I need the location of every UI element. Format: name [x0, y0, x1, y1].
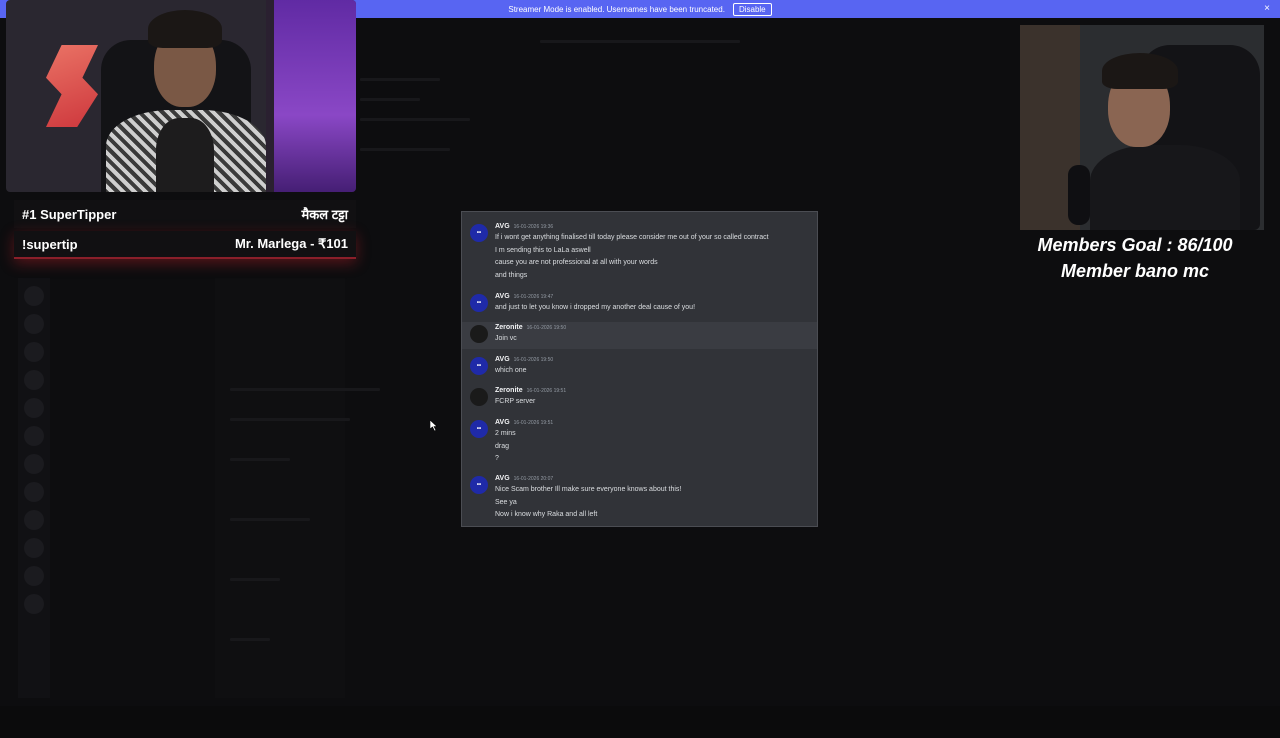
message-header: Zeronite 16-01-2026 19:50	[495, 324, 566, 331]
server-icon[interactable]	[24, 482, 44, 502]
shelf	[266, 0, 274, 192]
person-hair	[1102, 53, 1178, 89]
supertipper-rank: #1 SuperTipper	[22, 206, 117, 222]
person-right	[1090, 145, 1240, 230]
message-timestamp: 16-01-2026 19:36	[513, 224, 554, 230]
message-timestamp: 16-01-2026 19:50	[526, 325, 567, 331]
user-avatar[interactable]: ••	[470, 420, 488, 438]
server-icon[interactable]	[24, 286, 44, 306]
server-icon[interactable]	[24, 454, 44, 474]
webcam-right	[1020, 25, 1264, 230]
members-goal: Members Goal : 86/100 Member bano mc	[1010, 232, 1260, 284]
channel-sidebar	[215, 278, 345, 698]
supertip-command-panel: !supertip Mr. Marlega - ₹101	[14, 231, 356, 259]
person-shirt	[156, 118, 214, 192]
message-text: I m sending this to LaLa aswell	[495, 246, 591, 254]
message-text: which one	[495, 367, 527, 374]
chat-message: Zeronite 16-01-2026 19:50 Join vc	[462, 322, 817, 349]
message-text: ?	[495, 455, 499, 463]
server-icon[interactable]	[24, 342, 44, 362]
message-timestamp: 16-01-2026 20:07	[513, 476, 554, 482]
server-icon[interactable]	[24, 594, 44, 614]
chat-message: •• AVG 16-01-2026 19:47 and just to let you…	[462, 291, 817, 318]
disable-streamer-mode-button[interactable]: Disable	[732, 2, 772, 16]
message-username[interactable]: Zeronite	[495, 324, 523, 331]
user-avatar[interactable]: ••	[470, 294, 488, 312]
members-goal-subtitle: Member bano mc	[1060, 261, 1210, 281]
message-text: and just to let you know i dropped my an…	[495, 304, 696, 311]
supertipper-panel: #1 SuperTipper मैकल टट्टा	[14, 200, 356, 228]
message-header: AVG 16-01-2026 19:51	[495, 419, 553, 426]
logo-icon	[46, 45, 98, 127]
user-avatar[interactable]	[470, 325, 488, 343]
message-text: cause you are not professional at all wi…	[495, 259, 658, 267]
person-hair	[148, 10, 222, 48]
message-text: Nice Scam brother Ill make sure everyone…	[495, 486, 682, 493]
server-icon[interactable]	[24, 538, 44, 558]
message-timestamp: 16-01-2026 19:47	[513, 294, 554, 300]
message-timestamp: 16-01-2026 19:50	[513, 357, 554, 363]
server-icon[interactable]	[24, 314, 44, 334]
message-username[interactable]: Zeronite	[495, 387, 523, 394]
message-text: drag	[495, 442, 510, 450]
user-avatar[interactable]	[470, 388, 488, 406]
message-text: If i wont get anything finalised till to…	[495, 234, 769, 241]
user-avatar[interactable]: ••	[470, 357, 488, 375]
mouse-cursor-icon	[430, 420, 438, 431]
message-username[interactable]: AVG	[495, 293, 510, 300]
message-header: AVG 16-01-2026 19:50	[495, 356, 553, 363]
supertipper-name: मैकल टट्टा	[301, 207, 348, 222]
message-username[interactable]: AVG	[495, 475, 510, 482]
message-timestamp: 16-01-2026 19:51	[526, 388, 567, 394]
chat-message: •• AVG 16-01-2026 19:51 2 mins drag?	[462, 417, 817, 469]
message-text: FCRP server	[495, 398, 536, 405]
user-avatar[interactable]: ••	[470, 476, 488, 494]
message-header: Zeronite 16-01-2026 19:51	[495, 387, 566, 394]
chat-message: •• AVG 16-01-2026 19:50 which one	[462, 354, 817, 381]
message-timestamp: 16-01-2026 19:51	[513, 420, 554, 426]
server-icon[interactable]	[24, 398, 44, 418]
server-icon[interactable]	[24, 370, 44, 390]
message-text: and things	[495, 271, 528, 279]
supertip-command: !supertip	[22, 236, 78, 252]
message-text: Join vc	[495, 335, 517, 342]
message-header: AVG 16-01-2026 19:47	[495, 293, 553, 300]
microphone	[1068, 165, 1090, 225]
message-text: See ya	[495, 498, 517, 506]
webcam-left	[6, 0, 356, 192]
chat-screenshot: •• AVG 16-01-2026 19:36 If i wont get anyth…	[461, 211, 818, 527]
message-username[interactable]: AVG	[495, 356, 510, 363]
purple-light	[266, 0, 356, 192]
chat-message: •• AVG 16-01-2026 20:07 Nice Scam brother I…	[462, 473, 817, 525]
message-text: 2 mins	[495, 430, 516, 437]
members-goal-count: Members Goal : 86/100	[1037, 235, 1233, 255]
message-text: Now i know why Raka and all left	[495, 511, 598, 519]
server-rail	[18, 278, 50, 698]
close-icon[interactable]: ×	[1264, 3, 1270, 14]
chat-message: Zeronite 16-01-2026 19:51 FCRP server	[462, 385, 817, 412]
server-icon[interactable]	[24, 426, 44, 446]
server-icon[interactable]	[24, 510, 44, 530]
latest-tip: Mr. Marlega - ₹101	[234, 236, 348, 251]
message-header: AVG 16-01-2026 20:07	[495, 475, 553, 482]
server-icon[interactable]	[24, 566, 44, 586]
message-username[interactable]: AVG	[495, 419, 510, 426]
bottom-bar	[0, 706, 1280, 738]
message-username[interactable]: AVG	[495, 223, 510, 230]
message-header: AVG 16-01-2026 19:36	[495, 223, 553, 230]
user-avatar[interactable]: ••	[470, 224, 488, 242]
streamer-mode-text: Streamer Mode is enabled. Usernames have…	[508, 4, 725, 14]
chat-message: •• AVG 16-01-2026 19:36 If i wont get anyth…	[462, 221, 817, 285]
